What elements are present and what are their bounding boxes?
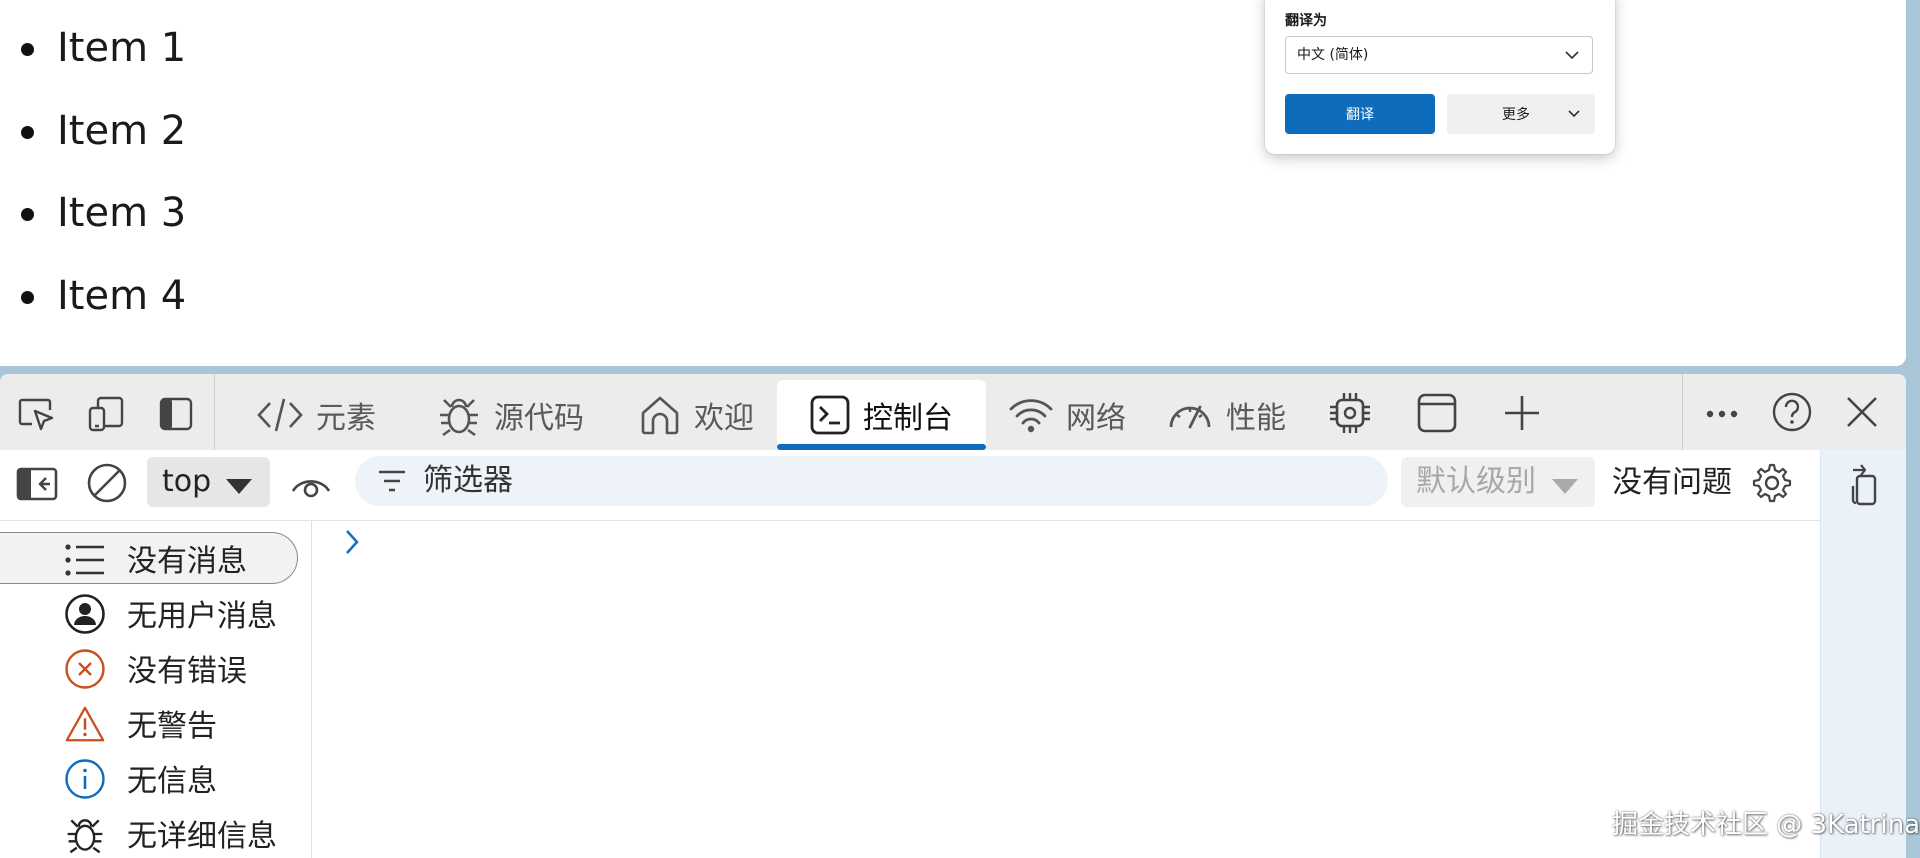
watermark: 掘金技术社区 @ 3Katrina — [1612, 810, 1920, 840]
warning-icon — [64, 703, 106, 745]
issues-counter[interactable]: 没有问题 — [1612, 458, 1732, 508]
sidebar-item-warnings[interactable]: 无警告 — [0, 697, 298, 749]
more-options-icon[interactable] — [1700, 392, 1744, 436]
tab-sources[interactable]: 源代码 — [416, 380, 604, 450]
toggle-sidebar-icon[interactable] — [14, 461, 60, 507]
chevron-right-icon — [346, 530, 359, 554]
list-item: Item 1 — [21, 24, 186, 72]
console-output[interactable] — [312, 521, 1820, 858]
help-icon[interactable] — [1768, 388, 1816, 436]
list-item: Item 3 — [21, 189, 186, 237]
dock-to-side-icon[interactable] — [1841, 462, 1887, 508]
gauge-icon — [1169, 405, 1211, 429]
drawer-side-panel — [1820, 450, 1906, 858]
devtools-tabbar: 元素 源代码 欢迎 控制台 网络 性能 — [0, 374, 1906, 450]
dropdown-triangle-icon — [1552, 479, 1578, 494]
dropdown-triangle-icon — [226, 479, 252, 494]
tab-network[interactable]: 网络 — [990, 380, 1144, 450]
list-icon — [64, 539, 106, 581]
home-icon — [641, 396, 679, 435]
filter-icon — [379, 470, 405, 492]
tab-performance[interactable]: 性能 — [1148, 380, 1304, 450]
terminal-icon — [810, 395, 850, 435]
sidebar-item-user-messages[interactable]: 无用户消息 — [0, 587, 298, 639]
sidebar-item-info[interactable]: 无信息 — [0, 752, 298, 804]
translate-button[interactable]: 翻译 — [1285, 94, 1435, 134]
wifi-icon — [1009, 399, 1053, 433]
add-tab-icon[interactable] — [1497, 388, 1547, 438]
live-expression-eye-icon[interactable] — [288, 462, 334, 508]
translate-to-label: 翻译为 — [1285, 13, 1327, 29]
language-select[interactable]: 中文 (简体) — [1285, 36, 1593, 74]
context-select[interactable]: top — [147, 457, 270, 507]
gear-icon[interactable] — [1748, 459, 1796, 507]
dock-side-icon[interactable] — [154, 392, 198, 436]
code-icon — [257, 398, 303, 432]
error-icon — [64, 648, 106, 690]
list-item: Item 2 — [21, 107, 186, 155]
info-icon — [64, 758, 106, 800]
sidebar-item-errors[interactable]: 没有错误 — [0, 642, 298, 694]
tab-console[interactable]: 控制台 — [777, 380, 986, 450]
bullet — [21, 43, 34, 56]
chevron-down-icon — [1568, 110, 1580, 118]
device-emulation-icon[interactable] — [84, 392, 128, 436]
tab-welcome[interactable]: 欢迎 — [618, 380, 774, 450]
filter-input[interactable]: 筛选器 — [355, 456, 1388, 506]
more-button[interactable]: 更多 — [1447, 94, 1595, 134]
bug-icon — [64, 813, 106, 855]
chevron-down-icon — [1565, 51, 1579, 60]
inspect-element-icon[interactable] — [14, 392, 58, 436]
user-circle-icon — [64, 593, 106, 635]
log-level-select[interactable]: 默认级别 — [1401, 457, 1595, 507]
bullet — [21, 208, 34, 221]
bullet — [21, 291, 34, 304]
sidebar-item-verbose[interactable]: 无详细信息 — [0, 807, 298, 858]
clear-console-icon[interactable] — [84, 460, 130, 506]
sidebar-item-messages[interactable]: 没有消息 — [0, 532, 298, 584]
application-icon[interactable] — [1412, 388, 1462, 438]
devtools-panel: 元素 源代码 欢迎 控制台 网络 性能 top 筛选器 默认级别 没有问题 没有… — [0, 374, 1906, 858]
console-sidebar: 没有消息 无用户消息 没有错误 无警告 无信息 无详细信息 — [0, 521, 312, 858]
memory-chip-icon[interactable] — [1325, 388, 1375, 438]
console-toolbar: top 筛选器 默认级别 没有问题 — [0, 450, 1820, 521]
tab-elements[interactable]: 元素 — [236, 380, 396, 450]
bug-icon — [440, 398, 478, 437]
translate-popup: 翻译为 中文 (简体) 翻译 更多 — [1265, 0, 1615, 154]
page-viewport: Item 1 Item 2 Item 3 Item 4 翻译为 中文 (简体) … — [0, 0, 1906, 366]
list-item: Item 4 — [21, 272, 186, 320]
bullet — [21, 126, 34, 139]
close-icon[interactable] — [1838, 388, 1886, 436]
